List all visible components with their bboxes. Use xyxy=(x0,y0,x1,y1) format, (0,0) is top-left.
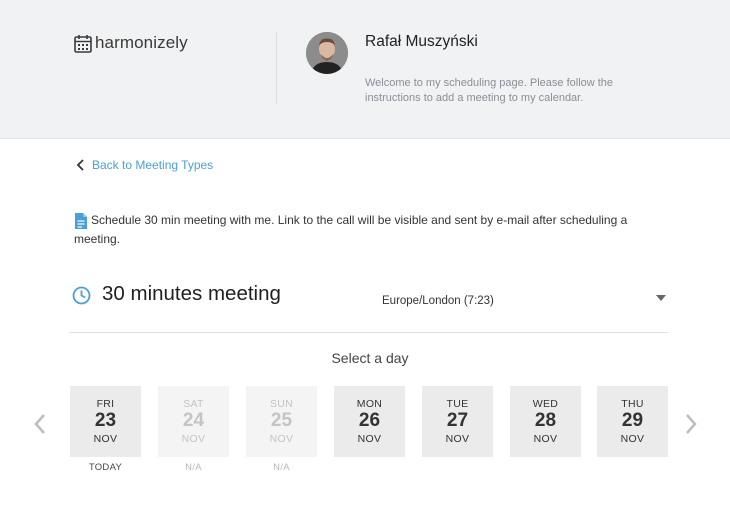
day-tile-thu-29[interactable]: THU 29 NOV xyxy=(597,386,668,457)
day-number: 25 xyxy=(270,410,293,431)
day-month: NOV xyxy=(269,433,294,445)
brand-name: harmonizely xyxy=(95,33,188,52)
day-month: NOV xyxy=(620,433,645,445)
calendar-icon xyxy=(74,34,92,53)
today-label: TODAY xyxy=(88,462,123,473)
select-day-heading: Select a day xyxy=(331,350,409,366)
day-month: NOV xyxy=(181,433,206,445)
day-of-week: MON xyxy=(356,398,383,410)
user-photo xyxy=(306,32,348,74)
unavailable-label: N/A xyxy=(185,462,202,473)
unavailable-label: N/A xyxy=(273,462,290,473)
back-link-label: Back to Meeting Types xyxy=(92,158,214,172)
day-tile-sat-24: SAT 24 NOV xyxy=(158,386,229,457)
day-number: 24 xyxy=(182,410,205,431)
day-month: NOV xyxy=(445,433,470,445)
day-tile-sun-25: SUN 25 NOV xyxy=(246,386,317,457)
day-number: 28 xyxy=(534,410,557,431)
day-month: NOV xyxy=(93,433,118,445)
timezone-value: Europe/London (7:23) xyxy=(382,295,494,307)
day-number: 23 xyxy=(94,410,117,431)
caret-down-icon xyxy=(656,295,666,301)
welcome-text: Welcome to my scheduling page. Please fo… xyxy=(365,77,614,104)
day-of-week: SAT xyxy=(183,398,204,410)
day-of-week: THU xyxy=(621,398,644,410)
day-of-week: WED xyxy=(532,398,559,410)
day-tile-wed-28[interactable]: WED 28 NOV xyxy=(510,386,581,457)
chevron-left-icon xyxy=(76,159,84,171)
header-divider xyxy=(276,32,277,104)
day-tile-tue-27[interactable]: TUE 27 NOV xyxy=(422,386,493,457)
day-of-week: SUN xyxy=(269,398,294,410)
day-tile-mon-26[interactable]: MON 26 NOV xyxy=(334,386,405,457)
description-text: Schedule 30 min meeting with me. Link to… xyxy=(74,213,628,246)
page-header: harmonizely Rafał Muszyński Welcome to m… xyxy=(0,0,730,139)
meeting-header: 30 minutes meeting Europe/London (7:23) xyxy=(72,282,668,312)
divider xyxy=(70,332,668,333)
timezone-select[interactable]: Europe/London (7:23) xyxy=(382,291,672,309)
day-number: 27 xyxy=(446,410,469,431)
day-number: 29 xyxy=(621,410,644,431)
day-of-week: FRI xyxy=(96,398,115,410)
previous-week-arrow-icon[interactable] xyxy=(33,413,47,435)
document-icon xyxy=(75,213,87,229)
clock-icon xyxy=(72,286,91,305)
meeting-description: Schedule 30 min meeting with me. Link to… xyxy=(74,211,674,249)
brand-logo[interactable]: harmonizely xyxy=(74,33,188,53)
day-number: 26 xyxy=(358,410,381,431)
day-tile-fri-23[interactable]: FRI 23 NOV xyxy=(70,386,141,457)
day-of-week: TUE xyxy=(446,398,469,410)
day-month: NOV xyxy=(533,433,558,445)
back-to-meeting-types-link[interactable]: Back to Meeting Types xyxy=(76,158,213,172)
day-month: NOV xyxy=(357,433,382,445)
host-name: Rafał Muszyński xyxy=(365,33,478,50)
meeting-title: 30 minutes meeting xyxy=(102,282,281,305)
next-week-arrow-icon[interactable] xyxy=(684,413,698,435)
avatar xyxy=(306,32,348,74)
